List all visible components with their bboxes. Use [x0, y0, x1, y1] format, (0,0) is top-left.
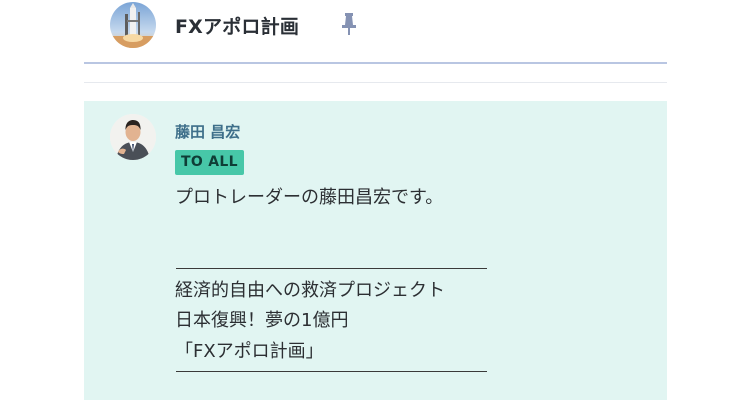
separator-line: [176, 371, 487, 372]
message-line: 経済的自由への救済プロジェクト: [175, 280, 445, 301]
user-avatar-icon[interactable]: [110, 114, 156, 160]
message-line: 日本復興！夢の1億円: [175, 310, 349, 331]
separator-line: [176, 268, 487, 269]
sender-name: 藤田 昌宏: [175, 123, 241, 141]
group-title: FXアポロ計画: [175, 16, 300, 38]
rocket-launch-avatar-icon[interactable]: [110, 2, 156, 48]
divider: [84, 82, 667, 83]
message-line: プロトレーダーの藤田昌宏です。: [175, 187, 444, 208]
pinned-message: 藤田 昌宏 TO ALL プロトレーダーの藤田昌宏です。 経済的自由への救済プロ…: [84, 101, 667, 400]
header-spacer: [84, 64, 667, 82]
chat-header: FXアポロ計画: [84, 0, 667, 64]
pin-icon[interactable]: [340, 12, 358, 36]
to-all-badge: TO ALL: [175, 150, 244, 175]
message-line: 「FXアポロ計画」: [175, 341, 324, 362]
